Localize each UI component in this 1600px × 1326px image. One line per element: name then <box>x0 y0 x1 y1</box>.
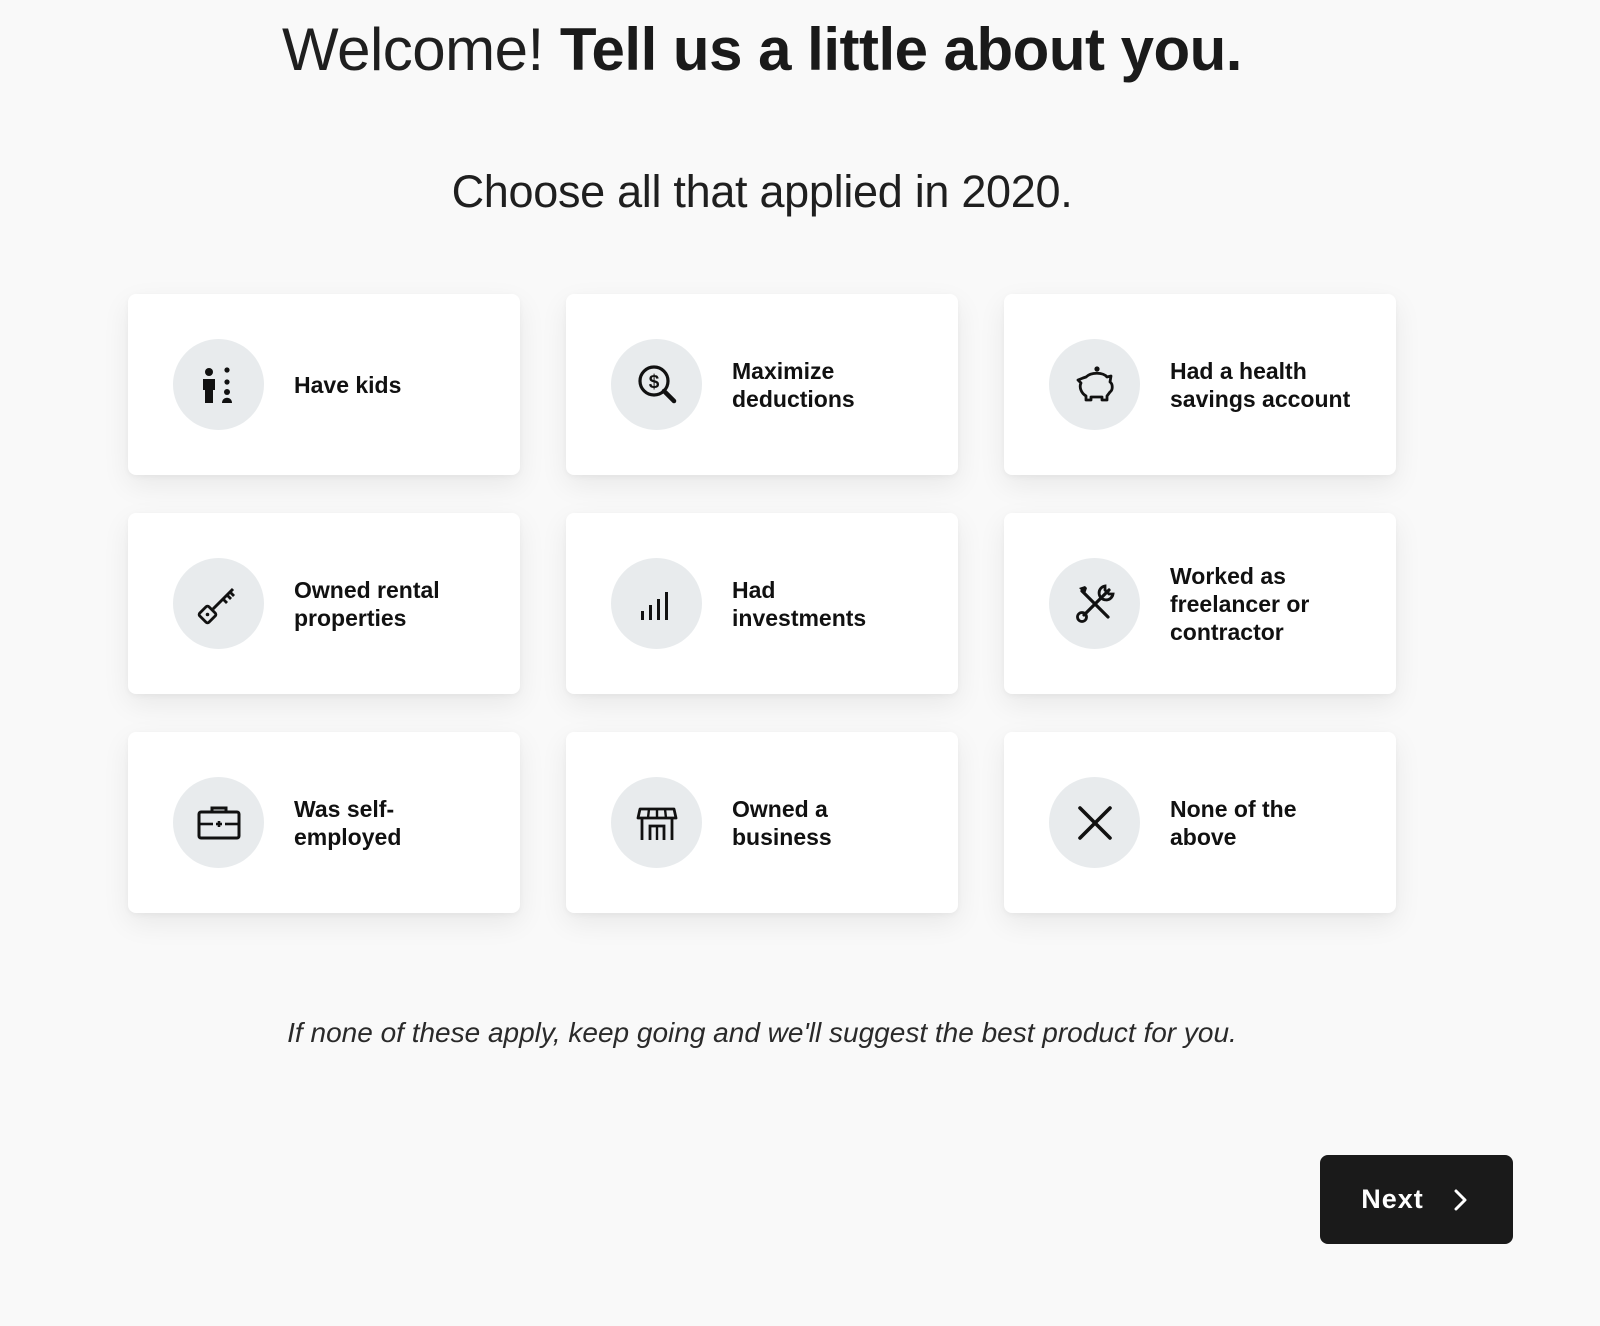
tools-icon <box>1049 558 1140 649</box>
option-label: None of the above <box>1170 795 1297 850</box>
briefcase-icon <box>173 777 264 868</box>
chevron-right-icon <box>1454 1189 1467 1210</box>
option-card-freelancer[interactable]: Worked as freelancer or contractor <box>1004 513 1396 694</box>
storefront-icon <box>611 777 702 868</box>
option-card-business[interactable]: Owned a business <box>566 732 958 913</box>
option-label: Had investments <box>732 576 867 631</box>
piggy-bank-icon <box>1049 339 1140 430</box>
option-label: Worked as freelancer or contractor <box>1170 562 1310 645</box>
next-button-label: Next <box>1361 1184 1424 1214</box>
option-card-health-savings[interactable]: Had a health savings account <box>1004 294 1396 475</box>
option-card-investments[interactable]: Had investments <box>566 513 958 694</box>
option-card-have-kids[interactable]: Have kids <box>128 294 520 475</box>
option-card-maximize-deductions[interactable]: $ Maximize deductions <box>566 294 958 475</box>
option-label: Maximize deductions <box>732 357 855 412</box>
welcome-text: Welcome! <box>282 16 544 83</box>
next-button[interactable]: Next <box>1320 1155 1513 1244</box>
option-card-self-employed[interactable]: Was self- employed <box>128 732 520 913</box>
options-grid: Have kids $ Maximize deductions Had a he… <box>128 294 1396 913</box>
option-label: Have kids <box>294 371 402 398</box>
option-label: Was self- employed <box>294 795 402 850</box>
bar-chart-icon <box>611 558 702 649</box>
key-icon <box>173 558 264 649</box>
option-label: Owned a business <box>732 795 832 850</box>
page-subtitle: Choose all that applied in 2020. <box>451 166 1073 217</box>
option-label: Had a health savings account <box>1170 357 1351 412</box>
family-icon <box>173 339 264 430</box>
magnifier-dollar-icon: $ <box>611 339 702 430</box>
onboarding-page: Welcome! Tell us a little about you. Cho… <box>0 0 1600 1326</box>
option-card-rental-properties[interactable]: Owned rental properties <box>128 513 520 694</box>
tagline-text: Tell us a little about you. <box>559 16 1243 83</box>
svg-text:$: $ <box>648 372 659 393</box>
close-icon <box>1049 777 1140 868</box>
page-title: Welcome! Tell us a little about you. <box>0 14 1524 86</box>
help-text: If none of these apply, keep going and w… <box>287 1017 1237 1048</box>
option-label: Owned rental properties <box>294 576 440 631</box>
option-card-none[interactable]: None of the above <box>1004 732 1396 913</box>
